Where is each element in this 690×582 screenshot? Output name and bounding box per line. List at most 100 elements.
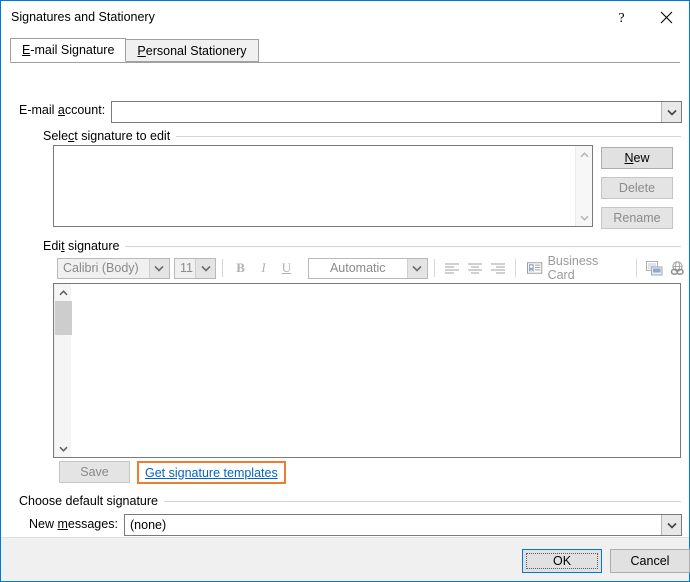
align-left-icon [444, 262, 459, 274]
email-account-label-wrap: E-mail account: [19, 103, 105, 117]
insert-picture-icon [646, 260, 663, 275]
chevron-down-icon [412, 265, 422, 272]
scroll-down-icon[interactable] [576, 209, 593, 226]
toolbar-separator [222, 259, 224, 277]
chevron-down-icon [666, 109, 677, 116]
underline-button[interactable]: U [275, 256, 298, 280]
new-messages-combobox[interactable]: (none) [124, 514, 682, 536]
signature-editor-scrollbar[interactable] [54, 284, 72, 457]
scroll-up-icon[interactable] [55, 284, 72, 301]
rename-button[interactable]: Rename [601, 207, 673, 229]
signatures-and-stationery-dialog: Signatures and Stationery ? E-mail Signa… [0, 0, 690, 582]
insert-hyperlink-icon [670, 260, 684, 275]
new-button[interactable]: New [601, 147, 673, 169]
new-messages-value: (none) [130, 518, 167, 532]
signature-list-scroll-track[interactable] [576, 163, 593, 209]
dialog-body: E-mail Signature Personal Stationery E-m… [1, 33, 689, 565]
tab-personal-stationery[interactable]: Personal Stationery [125, 39, 259, 62]
signature-list-content[interactable] [54, 146, 575, 226]
font-family-combobox[interactable]: Calibri (Body) [57, 257, 170, 279]
group-divider-line [176, 135, 681, 137]
align-center-button[interactable] [463, 256, 486, 280]
title-bar: Signatures and Stationery ? [1, 1, 689, 33]
font-size-combobox[interactable]: 11 [173, 257, 217, 279]
signature-editor-scroll-track[interactable] [54, 301, 72, 440]
rename-button-label: Rename [613, 211, 661, 225]
signature-listbox[interactable] [53, 145, 593, 227]
select-signature-group-header: Select signature to edit [43, 129, 681, 143]
business-card-button[interactable]: Business Card [522, 254, 630, 282]
question-mark-icon: ? [618, 11, 624, 25]
signature-format-toolbar: Calibri (Body) 11 B I U Automatic Busine… [57, 254, 689, 282]
cancel-button[interactable]: Cancel [610, 549, 690, 573]
font-size-chevron[interactable] [195, 258, 216, 278]
email-account-chevron[interactable] [661, 102, 681, 122]
signature-list-scrollbar[interactable] [575, 146, 592, 226]
business-card-label: Business Card [547, 254, 599, 282]
email-account-value [112, 102, 661, 122]
underline-button-label: U [281, 260, 292, 275]
bold-button[interactable]: B [229, 256, 252, 280]
default-signature-group-label: Choose default signature [19, 494, 158, 508]
tab-underline [10, 62, 680, 63]
chevron-down-icon [201, 265, 211, 272]
window-title: Signatures and Stationery [11, 10, 155, 24]
align-right-button[interactable] [486, 256, 509, 280]
toolbar-separator-2 [433, 259, 435, 277]
cancel-button-label: Cancel [630, 554, 670, 568]
get-signature-templates-highlight: Get signature templates [137, 461, 286, 484]
font-color-value: Automatic [329, 261, 386, 275]
get-signature-templates-link[interactable]: Get signature templates [145, 466, 278, 480]
ok-button[interactable]: OK [522, 549, 602, 573]
font-color-chevron[interactable] [406, 258, 427, 278]
italic-button-label: I [261, 260, 266, 275]
new-button-label: New [624, 151, 650, 165]
edit-signature-group-label: Edit signature [43, 239, 120, 253]
svg-text:?: ? [618, 11, 624, 25]
new-messages-chevron[interactable] [661, 515, 681, 535]
email-account-label: E-mail account: [19, 103, 106, 117]
close-button[interactable] [644, 2, 689, 33]
delete-button[interactable]: Delete [601, 177, 673, 199]
align-center-icon [467, 262, 482, 274]
font-size-value: 11 [179, 261, 193, 275]
toolbar-separator-4 [636, 259, 638, 277]
font-family-value: Calibri (Body) [63, 261, 139, 275]
italic-button[interactable]: I [252, 256, 275, 280]
font-family-chevron[interactable] [148, 258, 169, 278]
chevron-down-icon [154, 265, 165, 272]
toolbar-separator-3 [515, 259, 517, 277]
save-button[interactable]: Save [59, 461, 130, 483]
align-right-icon [490, 262, 505, 274]
ok-button-focus-ring: OK [526, 553, 598, 569]
signature-editor[interactable] [53, 283, 681, 458]
chevron-down-icon [666, 522, 677, 529]
delete-button-label: Delete [618, 181, 656, 195]
insert-picture-button[interactable] [643, 256, 666, 280]
business-card-icon [527, 262, 543, 274]
save-button-label: Save [80, 465, 109, 479]
scroll-down-icon[interactable] [55, 440, 72, 457]
tab-email-signature-label: E-mail Signature [22, 43, 115, 57]
default-signature-group-header: Choose default signature [19, 494, 681, 508]
edit-signature-group-header: Edit signature [43, 239, 681, 253]
select-signature-group-label: Select signature to edit [43, 129, 171, 143]
tab-email-signature[interactable]: E-mail Signature [10, 38, 127, 62]
ok-button-label: OK [552, 554, 572, 568]
group-divider-line-3 [163, 500, 681, 502]
email-account-combobox[interactable] [111, 101, 682, 123]
close-icon [660, 11, 673, 23]
tab-personal-stationery-label: Personal Stationery [137, 43, 247, 58]
insert-hyperlink-button[interactable] [666, 256, 689, 280]
new-messages-label: New messages: [29, 517, 118, 531]
signature-editor-scroll-thumb[interactable] [54, 301, 72, 335]
help-button[interactable]: ? [599, 2, 644, 33]
group-divider-line-2 [125, 245, 681, 247]
dialog-footer: OK Cancel [1, 537, 690, 581]
tab-strip: E-mail Signature Personal Stationery [10, 38, 259, 62]
new-messages-label-wrap: New messages: [29, 517, 118, 531]
font-color-combobox[interactable]: Automatic [307, 257, 428, 279]
scroll-up-icon[interactable] [576, 146, 593, 163]
align-left-button[interactable] [441, 256, 464, 280]
bold-button-label: B [236, 260, 245, 275]
